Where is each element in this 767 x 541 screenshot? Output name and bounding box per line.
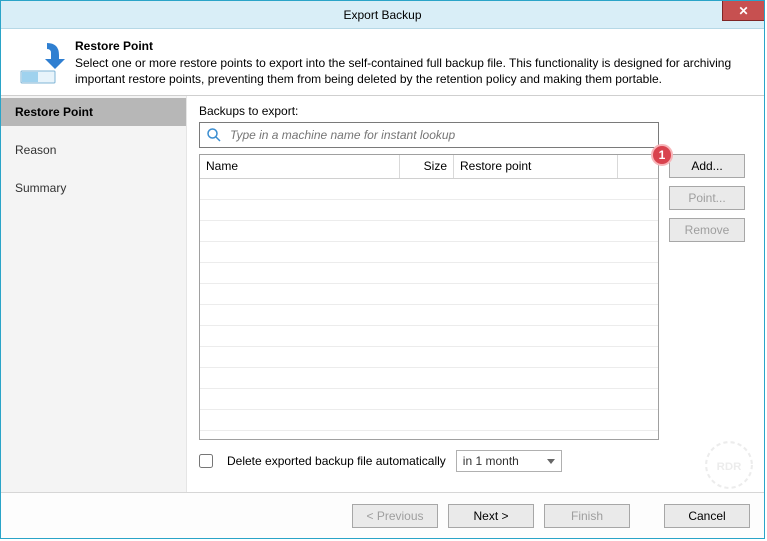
table-row <box>200 368 658 389</box>
remove-button[interactable]: Remove <box>669 218 745 242</box>
column-size[interactable]: Size <box>400 155 454 178</box>
table-row <box>200 326 658 347</box>
restore-point-icon <box>19 39 65 85</box>
backups-table[interactable]: Name Size Restore point <box>199 154 659 440</box>
table-actions: 1 Add... Point... Remove <box>669 154 745 440</box>
wizard-footer: < Previous Next > Finish Cancel <box>1 492 764 538</box>
delete-auto-label[interactable]: Delete exported backup file automaticall… <box>227 454 446 468</box>
table-row <box>200 200 658 221</box>
step-restore-point[interactable]: Restore Point <box>1 98 186 126</box>
table-row <box>200 305 658 326</box>
add-button[interactable]: Add... <box>669 154 745 178</box>
wizard-steps: Restore Point Reason Summary <box>1 96 187 492</box>
search-input[interactable] <box>228 127 652 143</box>
table-header: Name Size Restore point <box>200 155 658 179</box>
close-button[interactable]: ✕ <box>722 1 764 21</box>
close-icon: ✕ <box>738 4 748 18</box>
point-button[interactable]: Point... <box>669 186 745 210</box>
delete-auto-checkbox[interactable] <box>199 454 213 468</box>
retention-period-dropdown[interactable]: in 1 month <box>456 450 562 472</box>
table-body <box>200 179 658 439</box>
step-summary[interactable]: Summary <box>1 174 186 202</box>
table-row <box>200 242 658 263</box>
window-title: Export Backup <box>1 8 764 22</box>
table-row <box>200 389 658 410</box>
table-row <box>200 221 658 242</box>
export-backup-dialog: Export Backup ✕ Restore Point Select one… <box>0 0 765 539</box>
header-text: Restore Point Select one or more restore… <box>75 39 750 87</box>
table-row <box>200 410 658 431</box>
header-description: Select one or more restore points to exp… <box>75 55 750 87</box>
options-row: Delete exported backup file automaticall… <box>199 450 750 472</box>
step-reason[interactable]: Reason <box>1 136 186 164</box>
wizard-header: Restore Point Select one or more restore… <box>1 29 764 96</box>
backups-label: Backups to export: <box>199 104 750 118</box>
table-row <box>200 179 658 200</box>
table-row <box>200 284 658 305</box>
column-name[interactable]: Name <box>200 155 400 178</box>
titlebar: Export Backup ✕ <box>1 1 764 29</box>
table-row <box>200 347 658 368</box>
table-row <box>200 263 658 284</box>
next-button[interactable]: Next > <box>448 504 534 528</box>
retention-period-value: in 1 month <box>463 454 519 468</box>
column-restore-point[interactable]: Restore point <box>454 155 618 178</box>
header-title: Restore Point <box>75 39 750 53</box>
search-field[interactable] <box>199 122 659 148</box>
cancel-button[interactable]: Cancel <box>664 504 750 528</box>
finish-button[interactable]: Finish <box>544 504 630 528</box>
wizard-body: Restore Point Reason Summary Backups to … <box>1 96 764 492</box>
content-area: Backups to export: Name Size Restore poi… <box>187 96 764 492</box>
search-icon <box>206 127 222 143</box>
previous-button[interactable]: < Previous <box>352 504 438 528</box>
